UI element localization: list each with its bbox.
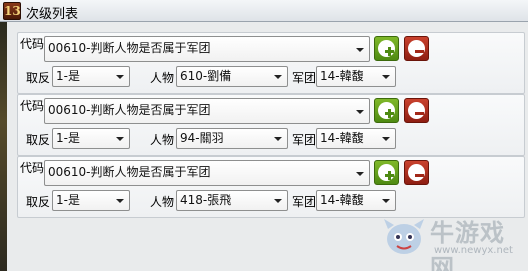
chevron-down-icon: [274, 137, 282, 141]
negate-label: 取反: [26, 195, 51, 209]
code-select-value: 00610-判断人物是否属于军团: [48, 165, 211, 179]
remove-button[interactable]: [404, 160, 429, 185]
chevron-down-icon: [116, 75, 124, 79]
negate-label: 取反: [26, 133, 51, 147]
remove-icon: [408, 40, 425, 57]
add-icon: [378, 164, 395, 181]
army-select-value: 14-韓馥: [320, 131, 364, 145]
remove-button[interactable]: [404, 98, 429, 123]
army-label: 军团: [292, 195, 317, 209]
code-label: 代码: [20, 99, 45, 113]
watermark-text: 牛游戏网: [430, 219, 505, 271]
remove-icon: [408, 164, 425, 181]
person-select[interactable]: 610-劉備: [176, 66, 288, 87]
background-strip: [0, 22, 7, 271]
person-select[interactable]: 94-關羽: [176, 128, 288, 149]
add-icon: [378, 102, 395, 119]
chevron-down-icon: [274, 199, 282, 203]
chevron-down-icon: [356, 48, 364, 52]
add-button[interactable]: [374, 36, 399, 61]
person-label: 人物: [150, 195, 175, 209]
chevron-down-icon: [356, 110, 364, 114]
negate-select[interactable]: 1-是: [52, 128, 130, 149]
army-select[interactable]: 14-韓馥: [316, 128, 396, 149]
remove-icon: [408, 102, 425, 119]
condition-row: 代码 00610-判断人物是否属于军团 取反 1-是 人物 610-劉備 军团 …: [17, 32, 525, 94]
person-select-value: 418-張飛: [180, 193, 232, 207]
code-label: 代码: [20, 161, 45, 175]
chevron-down-icon: [116, 137, 124, 141]
chevron-down-icon: [356, 172, 364, 176]
title-bar[interactable]: 13 次级列表: [0, 0, 528, 22]
army-label: 军团: [292, 71, 317, 85]
chevron-down-icon: [382, 199, 390, 203]
add-button[interactable]: [374, 98, 399, 123]
watermark: 牛游戏网 www.newyx.net: [382, 211, 522, 271]
app-icon: 13: [3, 2, 21, 20]
negate-select[interactable]: 1-是: [52, 190, 130, 211]
condition-row: 代码 00610-判断人物是否属于军团 取反 1-是 人物 418-張飛 军团 …: [17, 156, 525, 218]
negate-select-value: 1-是: [56, 193, 80, 207]
army-select-value: 14-韓馥: [320, 69, 364, 83]
person-select-value: 94-關羽: [180, 131, 224, 145]
chevron-down-icon: [116, 199, 124, 203]
army-label: 军团: [292, 133, 317, 147]
mascot-logo-icon: [384, 219, 424, 254]
chevron-down-icon: [382, 137, 390, 141]
condition-row: 代码 00610-判断人物是否属于军团 取反 1-是 人物 94-關羽 军团 1…: [17, 94, 525, 156]
army-select[interactable]: 14-韓馥: [316, 190, 396, 211]
remove-button[interactable]: [404, 36, 429, 61]
code-select[interactable]: 00610-判断人物是否属于军团: [44, 160, 370, 186]
code-label: 代码: [20, 37, 45, 51]
person-label: 人物: [150, 71, 175, 85]
add-icon: [378, 40, 395, 57]
negate-select[interactable]: 1-是: [52, 66, 130, 87]
person-label: 人物: [150, 133, 175, 147]
code-select-value: 00610-判断人物是否属于军团: [48, 103, 211, 117]
chevron-down-icon: [382, 75, 390, 79]
add-button[interactable]: [374, 160, 399, 185]
watermark-url: www.newyx.net: [434, 245, 513, 256]
army-select[interactable]: 14-韓馥: [316, 66, 396, 87]
negate-select-value: 1-是: [56, 69, 80, 83]
chevron-down-icon: [274, 75, 282, 79]
negate-select-value: 1-是: [56, 131, 80, 145]
code-select[interactable]: 00610-判断人物是否属于军团: [44, 98, 370, 124]
person-select-value: 610-劉備: [180, 69, 232, 83]
person-select[interactable]: 418-張飛: [176, 190, 288, 211]
negate-label: 取反: [26, 71, 51, 85]
code-select[interactable]: 00610-判断人物是否属于军团: [44, 36, 370, 62]
window-title: 次级列表: [26, 7, 79, 22]
code-select-value: 00610-判断人物是否属于军团: [48, 41, 211, 55]
army-select-value: 14-韓馥: [320, 193, 364, 207]
